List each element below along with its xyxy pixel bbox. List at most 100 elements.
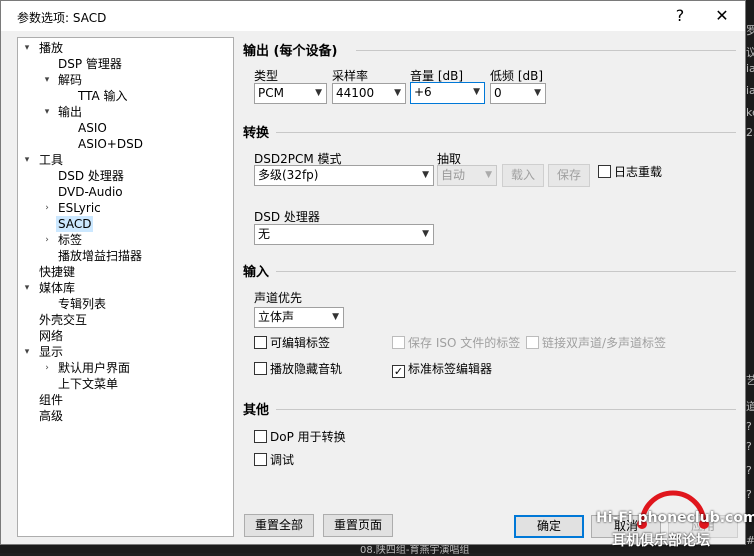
section-divider — [276, 409, 736, 410]
dsd-processor-select[interactable]: 无 ▼ — [254, 224, 434, 245]
help-button[interactable]: ? — [657, 1, 703, 31]
channel-preference-value: 立体声 — [258, 310, 295, 324]
tree-item-replaygain-scanner[interactable]: 播放增益扫描器 — [58, 248, 142, 264]
check-icon: ✓ — [392, 365, 405, 378]
tree-expander-icon[interactable]: ▾ — [22, 152, 32, 168]
log-overload-checkbox[interactable]: 日志重载 — [598, 165, 662, 181]
play-hidden-tracks-label: 播放隐藏音轨 — [270, 362, 343, 376]
chevron-down-icon: ▼ — [394, 88, 401, 98]
tree-expander-icon[interactable]: ▾ — [42, 72, 52, 88]
tree-item-shell-integration[interactable]: 外壳交互 — [39, 312, 87, 328]
tree-item-album-list[interactable]: 专辑列表 — [58, 296, 106, 312]
std-tag-editor-checkbox[interactable]: ✓ 标准标签编辑器 — [392, 362, 492, 378]
bg-fragment: 道 — [746, 400, 754, 413]
section-divider — [276, 271, 736, 272]
bg-fragment: 议 — [746, 46, 754, 59]
tree-item-dsp-manager[interactable]: DSP 管理器 — [58, 56, 122, 72]
lfe-select[interactable]: 0 ▼ — [490, 83, 546, 104]
tree-item-asio-dsd[interactable]: ASIO+DSD — [78, 136, 143, 152]
tree-item-decoding[interactable]: 解码 — [58, 72, 82, 88]
chevron-down-icon: ▼ — [422, 229, 429, 239]
tree-item-context-menu[interactable]: 上下文菜单 — [58, 376, 118, 392]
tree-item-asio[interactable]: ASIO — [78, 120, 107, 136]
tree-item-advanced[interactable]: 高级 — [39, 408, 63, 424]
checkbox-box — [254, 453, 267, 466]
section-output-heading: 输出 (每个设备) — [243, 44, 338, 59]
tree-item-eslyric[interactable]: ESLyric — [58, 200, 101, 216]
editable-tags-checkbox[interactable]: 可编辑标签 — [254, 336, 330, 352]
chevron-down-icon: ▼ — [485, 170, 492, 180]
dsd2pcm-mode-value: 多级(32fp) — [258, 168, 319, 182]
type-label: 类型 — [254, 69, 279, 83]
link-tags-checkbox[interactable]: 链接双声道/多声道标签 — [526, 336, 666, 352]
tree-item-tta-input[interactable]: TTA 输入 — [78, 88, 128, 104]
dsd-processor-label: DSD 处理器 — [254, 210, 320, 224]
volume-select[interactable]: +6 ▼ — [410, 82, 485, 104]
close-button[interactable]: ✕ — [699, 1, 745, 31]
section-other-heading: 其他 — [243, 403, 270, 418]
dop-label: DoP 用于转换 — [270, 430, 346, 444]
tree-expander-icon[interactable]: ▾ — [22, 40, 32, 56]
tree-expander-icon[interactable]: ▾ — [22, 344, 32, 360]
tree-item-sacd[interactable]: SACD — [56, 216, 94, 232]
bg-fragment: ia — [746, 62, 754, 75]
section-divider — [276, 132, 736, 133]
dop-checkbox[interactable]: DoP 用于转换 — [254, 430, 346, 446]
bg-fragment: ia — [746, 84, 754, 97]
section-divider — [356, 50, 736, 51]
checkbox-box — [254, 362, 267, 375]
chevron-down-icon: ▼ — [534, 88, 541, 98]
dsd-processor-value: 无 — [258, 227, 271, 241]
tree-item-tags[interactable]: 标签 — [58, 232, 82, 248]
tree-item-tools[interactable]: 工具 — [39, 152, 63, 168]
save-button[interactable]: 保存 — [548, 164, 590, 187]
chevron-down-icon: ▼ — [422, 170, 429, 180]
tree-item-components[interactable]: 组件 — [39, 392, 63, 408]
tree-item-default-ui[interactable]: 默认用户界面 — [58, 360, 130, 376]
debug-checkbox[interactable]: 调试 — [254, 453, 294, 469]
type-select-value: PCM — [258, 86, 284, 100]
window-title: 参数选项: SACD — [17, 11, 107, 25]
save-iso-tags-checkbox[interactable]: 保存 ISO 文件的标签 — [392, 336, 520, 352]
load-button[interactable]: 载入 — [502, 164, 544, 187]
chevron-down-icon: ▼ — [315, 88, 322, 98]
decimation-select[interactable]: 自动 ▼ — [437, 165, 497, 186]
tree-item-dvd-audio[interactable]: DVD-Audio — [58, 184, 123, 200]
tree-item-dsd-processor[interactable]: DSD 处理器 — [58, 168, 124, 184]
decimation-value: 自动 — [441, 168, 466, 182]
reset-page-button[interactable]: 重置页面 — [323, 514, 393, 537]
tree-item-output[interactable]: 输出 — [58, 104, 82, 120]
tree-item-media-library[interactable]: 媒体库 — [39, 280, 75, 296]
tree-item-display[interactable]: 显示 — [39, 344, 63, 360]
chevron-down-icon: ▼ — [473, 87, 480, 97]
std-tag-editor-label: 标准标签编辑器 — [408, 362, 493, 376]
dsd2pcm-mode-select[interactable]: 多级(32fp) ▼ — [254, 165, 434, 186]
lfe-label: 低频 [dB] — [490, 69, 544, 83]
preferences-dialog: 参数选项: SACD ? ✕ ▾ 播放 DSP 管理器 ▾ 解码 TTA 输入 … — [0, 0, 746, 545]
section-convert-heading: 转换 — [243, 126, 270, 141]
bg-fragment: 艺 — [746, 374, 754, 387]
tree-item-playback[interactable]: 播放 — [39, 40, 63, 56]
preferences-tree[interactable]: ▾ 播放 DSP 管理器 ▾ 解码 TTA 输入 ▾ 输出 ASIO ASIO+… — [17, 37, 234, 537]
ok-button[interactable]: 确定 — [514, 515, 584, 538]
sample-rate-value: 44100 — [336, 86, 375, 100]
editable-tags-label: 可编辑标签 — [270, 336, 331, 350]
bg-fragment: 罗 — [746, 24, 754, 37]
tree-expander-icon[interactable]: ▾ — [42, 104, 52, 120]
type-select[interactable]: PCM ▼ — [254, 83, 327, 104]
play-hidden-tracks-checkbox[interactable]: 播放隐藏音轨 — [254, 362, 342, 378]
tree-item-network[interactable]: 网络 — [39, 328, 63, 344]
settings-panel: 输出 (每个设备) 类型 PCM ▼ 采样率 44100 ▼ 音量 [dB] +6 ▼… — [234, 37, 747, 545]
reset-all-button[interactable]: 重置全部 — [244, 514, 314, 537]
tree-expander-icon[interactable]: ▾ — [22, 280, 32, 296]
tree-expander-icon[interactable]: › — [42, 200, 52, 216]
sample-rate-label: 采样率 — [332, 69, 369, 83]
tree-expander-icon[interactable]: › — [42, 232, 52, 248]
channel-preference-select[interactable]: 立体声 ▼ — [254, 307, 344, 328]
bg-fragment: 25 — [746, 126, 754, 139]
chevron-down-icon: ▼ — [332, 312, 339, 322]
tree-expander-icon[interactable]: › — [42, 360, 52, 376]
save-iso-tags-label: 保存 ISO 文件的标签 — [408, 336, 521, 350]
sample-rate-select[interactable]: 44100 ▼ — [332, 83, 406, 104]
tree-item-shortcuts[interactable]: 快捷键 — [39, 264, 75, 280]
